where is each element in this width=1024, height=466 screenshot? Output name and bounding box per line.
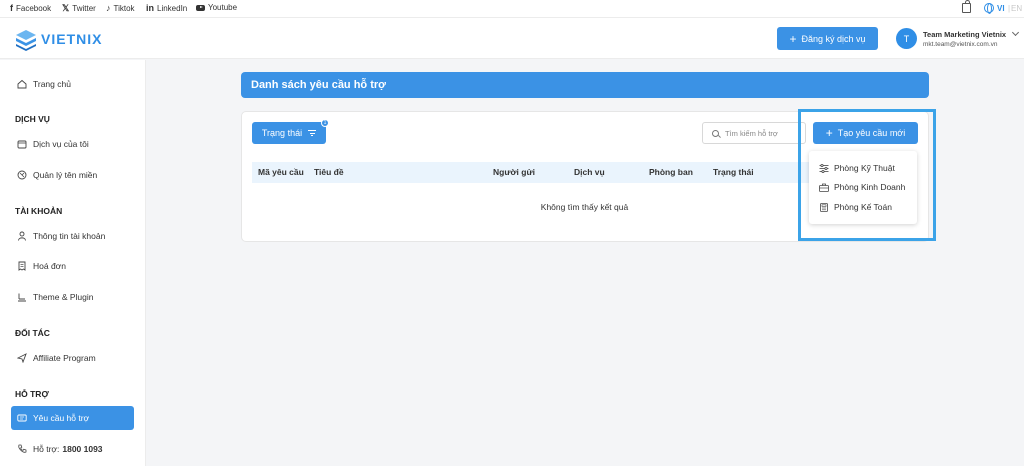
sidebar-item-support-requests[interactable]: Yêu cầu hỗ trợ: [11, 406, 134, 430]
sidebar-item-label: Trang chủ: [33, 79, 71, 89]
sidebar-item-home[interactable]: Trang chủ: [11, 72, 134, 96]
sidebar-hotline[interactable]: Hỗ trợ: 1800 1093: [11, 437, 134, 461]
calculator-icon: [820, 202, 828, 212]
tiktok-link[interactable]: ♪ Tiktok: [106, 3, 135, 13]
section-title-partner: ĐỐI TÁC: [15, 328, 50, 338]
sidebar-item-label: Theme & Plugin: [33, 292, 94, 302]
dropdown-item-sales[interactable]: Phòng Kinh Doanh: [819, 180, 905, 194]
social-topbar: f Facebook 𝕏 Twitter ♪ Tiktok in LinkedI…: [0, 0, 1024, 18]
search-icon: [712, 129, 719, 137]
facebook-icon: f: [10, 3, 13, 13]
twitter-link[interactable]: 𝕏 Twitter: [62, 3, 96, 14]
sidebar-item-affiliate[interactable]: Affiliate Program: [11, 346, 134, 370]
dropdown-item-label: Phòng Kế Toán: [834, 202, 892, 212]
logo-text[interactable]: VIETNIX: [41, 31, 102, 47]
plus-icon: +: [789, 31, 797, 46]
twitter-label: Twitter: [72, 4, 96, 13]
sidebar-item-label: Yêu cầu hỗ trợ: [33, 413, 90, 423]
home-icon: [17, 79, 27, 89]
sidebar-item-domains[interactable]: Quản lý tên miền: [11, 163, 134, 187]
sidebar-item-themes[interactable]: Theme & Plugin: [11, 285, 134, 309]
globe-icon: [984, 3, 994, 14]
brush-icon: [18, 293, 26, 302]
facebook-link[interactable]: f Facebook: [10, 3, 51, 13]
lang-separator: |: [1008, 4, 1011, 13]
dropdown-item-technical[interactable]: Phòng Kỹ Thuật: [819, 161, 895, 175]
linkedin-label: LinkedIn: [157, 3, 188, 13]
send-icon: [17, 353, 27, 363]
avatar[interactable]: T: [896, 28, 917, 49]
briefcase-icon: [819, 183, 829, 192]
sidebar-item-my-services[interactable]: Dịch vụ của tôi: [11, 132, 134, 156]
dropdown-item-accounting[interactable]: Phòng Kế Toán: [819, 200, 892, 214]
sidebar-item-label: Thông tin tài khoản: [33, 231, 106, 241]
hotline-label: Hỗ trợ:: [33, 444, 60, 454]
sidebar-item-label: Quản lý tên miền: [33, 170, 98, 180]
register-service-label: Đăng ký dịch vụ: [801, 33, 866, 44]
chevron-down-icon[interactable]: [1011, 28, 1020, 37]
user-name[interactable]: Team Marketing Vietnix: [923, 30, 1006, 39]
sidebar-item-label: Affiliate Program: [33, 353, 96, 363]
tiktok-label: Tiktok: [113, 3, 135, 13]
linkedin-link[interactable]: in LinkedIn: [146, 3, 187, 13]
dropdown-item-label: Phòng Kỹ Thuật: [834, 163, 895, 173]
sidebar-item-label: Hoá đơn: [33, 261, 66, 271]
x-icon: 𝕏: [62, 3, 70, 13]
youtube-link[interactable]: Youtube: [196, 3, 237, 12]
sidebar-item-account-info[interactable]: Thông tin tài khoản: [11, 224, 134, 248]
status-filter-button[interactable]: Trạng thái: [252, 122, 326, 144]
column-header-id[interactable]: Mã yêu cầu: [258, 167, 304, 177]
lang-vi[interactable]: VI: [997, 4, 1005, 13]
sidebar-item-invoices[interactable]: Hoá đơn: [11, 254, 134, 278]
status-filter-label: Trạng thái: [261, 128, 303, 138]
column-header-status[interactable]: Trạng thái: [713, 167, 754, 177]
youtube-label: Youtube: [208, 3, 238, 12]
sidebar-item-label: Dịch vụ của tôi: [33, 139, 89, 149]
phone-icon: [18, 444, 27, 453]
search-box[interactable]: [702, 122, 806, 144]
tiktok-icon: ♪: [106, 3, 111, 13]
header: VIETNIX + Đăng ký dịch vụ T Team Marketi…: [0, 18, 1024, 59]
user-icon: [18, 231, 26, 241]
section-title-account: TÀI KHOẢN: [15, 206, 63, 216]
ticket-icon: [17, 414, 27, 422]
filter-icon: [308, 129, 317, 137]
calendar-icon: [17, 140, 27, 149]
youtube-icon: [196, 4, 205, 11]
section-title-services: DỊCH VỤ: [15, 114, 50, 124]
hotline-number: 1800 1093: [62, 444, 103, 454]
search-input[interactable]: [725, 128, 805, 138]
page-title: Danh sách yêu cầu hỗ trợ: [241, 72, 929, 98]
vietnix-logo-icon[interactable]: [15, 29, 37, 51]
linkedin-icon: in: [146, 3, 154, 13]
facebook-label: Facebook: [16, 3, 52, 13]
dropdown-item-label: Phòng Kinh Doanh: [834, 182, 906, 192]
invoice-icon: [18, 261, 26, 271]
column-header-department[interactable]: Phòng ban: [649, 167, 693, 177]
column-header-service[interactable]: Dịch vụ: [574, 167, 605, 177]
column-header-sender[interactable]: Người gửi: [493, 167, 535, 177]
cart-icon[interactable]: [962, 0, 971, 13]
register-service-button[interactable]: + Đăng ký dịch vụ: [777, 27, 878, 50]
status-badge: 1: [321, 119, 329, 127]
domain-icon: [17, 170, 27, 180]
section-title-support: HỖ TRỢ: [15, 389, 49, 399]
column-header-title[interactable]: Tiêu đề: [314, 167, 344, 177]
lang-en[interactable]: EN: [1011, 4, 1022, 13]
sliders-icon: [819, 163, 829, 173]
user-email: mkt.team@vietnix.com.vn: [923, 41, 998, 48]
